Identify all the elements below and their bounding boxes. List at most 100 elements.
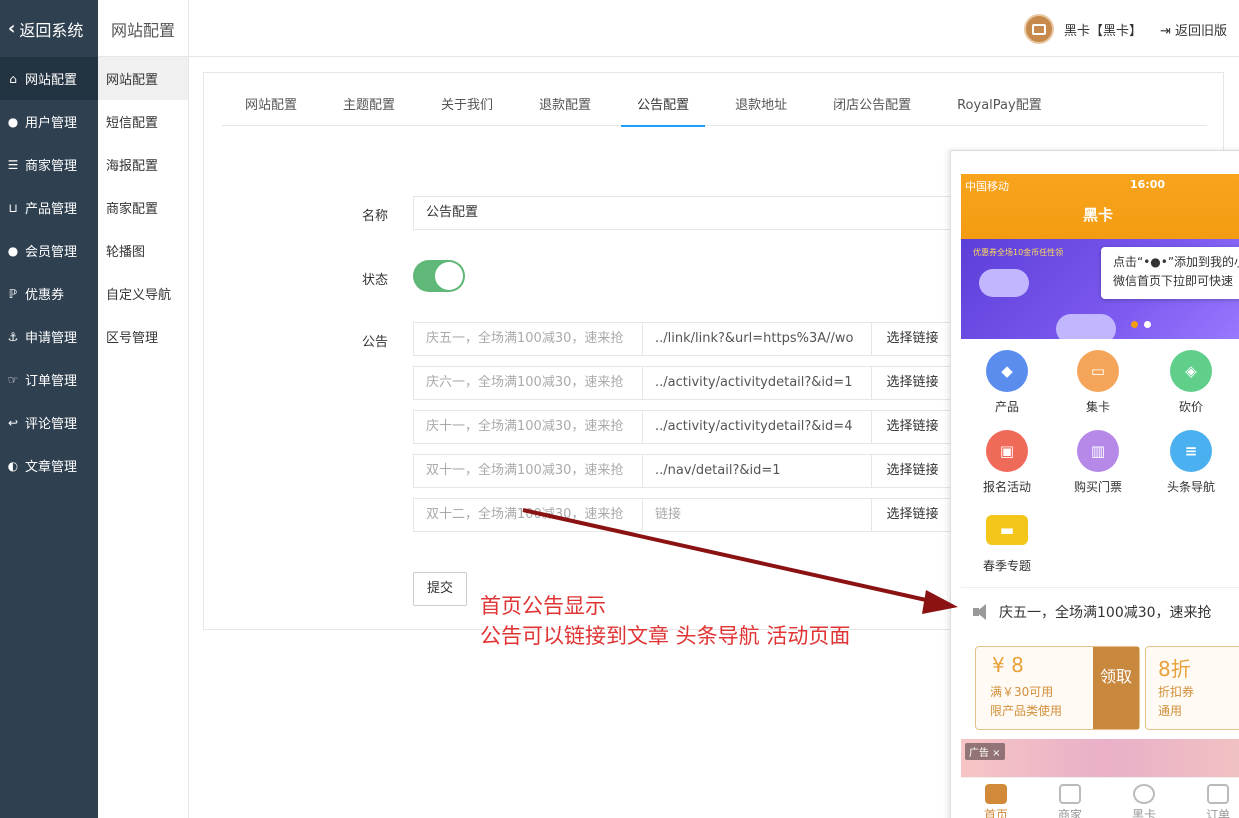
announcement-ticker[interactable]: 庆五一，全场满100减30，速来抢 (961, 587, 1239, 635)
ticket-icon: ▬ (986, 515, 1028, 545)
tag-icon: ◈ (1170, 350, 1212, 392)
server-icon: ☰ (7, 157, 19, 172)
sidebar-item-label: 网站配置 (25, 73, 78, 88)
signout-icon: ⇥ (1160, 24, 1171, 39)
sidebar-item-site-config[interactable]: ⌂ 网站配置 (0, 57, 98, 100)
tab-announcement-config[interactable]: 公告配置 (621, 86, 706, 127)
grid-item-bargain[interactable]: ◈ 砍价 (1156, 350, 1226, 415)
grid-item-tickets[interactable]: ▥ 购买门票 (1063, 430, 1133, 495)
annotation-line-1: 首页公告显示 (480, 594, 606, 618)
tab-site-config[interactable]: 网站配置 (229, 86, 313, 126)
grid-item-cards[interactable]: ▭ 集卡 (1063, 350, 1133, 415)
sidebar-item-merchants[interactable]: ☰ 商家管理 (0, 143, 98, 186)
phone-preview: 中国移动 16:00 黑卡 优惠券全场10金币任性领 点击“•●•”添加到我的小… (950, 150, 1239, 818)
announcement-link-input[interactable]: ../activity/activitydetail?&id=1 (643, 366, 872, 400)
select-link-button[interactable]: 选择链接 (872, 498, 954, 532)
subnav-item-site-config[interactable]: 网站配置 (98, 57, 188, 100)
submit-button[interactable]: 提交 (413, 572, 467, 606)
select-link-button[interactable]: 选择链接 (872, 454, 954, 488)
grid-item-headline-nav[interactable]: ≡ 头条导航 (1156, 430, 1226, 495)
tip-line-1: 点击“•●•”添加到我的小 (1113, 255, 1239, 269)
subnav-item-carousel[interactable]: 轮播图 (98, 229, 188, 272)
announcement-row: 庆十一，全场满100减30，速来抢 ../activity/activityde… (413, 410, 973, 444)
dot (1144, 321, 1151, 328)
phone-tab-blackcard[interactable]: 黑卡 (1121, 784, 1167, 818)
return-old-version-link[interactable]: ⇥ 返回旧版 (1160, 20, 1227, 39)
subnav-item-merchant-config[interactable]: 商家配置 (98, 186, 188, 229)
tab-refund-address[interactable]: 退款地址 (719, 86, 803, 126)
phone-tab-bar: 首页 商家 黑卡 订单 (961, 777, 1239, 818)
phone-tab-merchants[interactable]: 商家 (1047, 784, 1093, 818)
sidebar-item-coupons[interactable]: ℙ 优惠券 (0, 272, 98, 315)
announcement-link-input[interactable]: ../nav/detail?&id=1 (643, 454, 872, 488)
coupon-card[interactable]: ¥ 8 满￥30可用 限产品类使用 领取 (975, 646, 1140, 730)
subnav-item-custom-nav[interactable]: 自定义导航 (98, 272, 188, 315)
ticker-text: 庆五一，全场满100减30，速来抢 (999, 604, 1212, 621)
home-icon (985, 784, 1007, 804)
sidebar-item-users[interactable]: ● 用户管理 (0, 100, 98, 143)
back-to-system-button[interactable]: ‹ 返回系统 (0, 0, 98, 57)
announcement-text-input[interactable]: 庆十一，全场满100减30，速来抢 (413, 410, 643, 444)
coupon-condition: 满￥30可用 (990, 685, 1054, 699)
sidebar-item-members[interactable]: ● 会员管理 (0, 229, 98, 272)
sidebar-item-applications[interactable]: ⚓ 申请管理 (0, 315, 98, 358)
status-toggle[interactable] (413, 260, 465, 292)
sidebar-item-products[interactable]: ⊔ 产品管理 (0, 186, 98, 229)
tab-theme-config[interactable]: 主题配置 (327, 86, 411, 126)
tab-closing-notice-config[interactable]: 闭店公告配置 (817, 86, 927, 126)
grid-item-products[interactable]: ◆ 产品 (972, 350, 1042, 415)
coupon-scope: 通用 (1158, 704, 1183, 718)
phone-tab-label: 订单 (1205, 808, 1230, 818)
subnav-item-poster-config[interactable]: 海报配置 (98, 143, 188, 186)
tab-royalpay-config[interactable]: RoyalPay配置 (941, 86, 1058, 126)
diamond-icon: ◆ (986, 350, 1028, 392)
coupon-card[interactable]: 8折 折扣券 通用 (1145, 646, 1239, 730)
sidebar-item-label: 商家管理 (25, 159, 78, 174)
tip-line-2: 微信首页下拉即可快速 (1113, 274, 1234, 288)
sidebar-item-orders[interactable]: ☞ 订单管理 (0, 358, 98, 401)
sidebar-item-comments[interactable]: ↩ 评论管理 (0, 401, 98, 444)
annotation-note: 首页公告显示 公告可以链接到文章 头条导航 活动页面 (480, 591, 850, 651)
sidebar-item-label: 文章管理 (25, 460, 78, 475)
ad-tag[interactable]: 广告 × (965, 743, 1005, 760)
select-link-button[interactable]: 选择链接 (872, 410, 954, 444)
tab-refund-config[interactable]: 退款配置 (523, 86, 607, 126)
anchor-icon: ⚓ (7, 329, 19, 344)
sidebar-item-label: 会员管理 (25, 245, 78, 260)
user-menu[interactable]: 黑卡【黑卡】 (1024, 14, 1142, 44)
news-icon: ≡ (1170, 430, 1212, 472)
sidebar-item-articles[interactable]: ◐ 文章管理 (0, 444, 98, 487)
phone-tab-home[interactable]: 首页 (973, 784, 1019, 818)
name-label: 名称 (362, 209, 389, 224)
announcement-row: 庆五一，全场满100减30，速来抢 ../link/link?&url=http… (413, 322, 973, 356)
announcement-text-input[interactable]: 庆六一，全场满100减30，速来抢 (413, 366, 643, 400)
subnav-item-sms-config[interactable]: 短信配置 (98, 100, 188, 143)
select-link-button[interactable]: 选择链接 (872, 366, 954, 400)
tab-about-us[interactable]: 关于我们 (425, 86, 509, 126)
announcement-link-input[interactable]: ../activity/activitydetail?&id=4 (643, 410, 872, 444)
announcement-text-input[interactable]: 双十一，全场满100减30，速来抢 (413, 454, 643, 488)
select-link-button[interactable]: 选择链接 (872, 322, 954, 356)
announcement-text-input[interactable]: 双十二，全场满100减30，速来抢 (413, 498, 643, 532)
add-to-mini-program-tip: 点击“•●•”添加到我的小 微信首页下拉即可快速 (1101, 247, 1239, 299)
top-bar: ‹ 返回系统 网站配置 黑卡【黑卡】 ⇥ 返回旧版 (0, 0, 1239, 57)
gift-icon: ▣ (986, 430, 1028, 472)
grid-item-signup[interactable]: ▣ 报名活动 (972, 430, 1042, 495)
phone-tab-orders[interactable]: 订单 (1195, 784, 1239, 818)
announcement-link-input[interactable]: ../link/link?&url=https%3A//wo (643, 322, 872, 356)
ad-banner[interactable]: 广告 × (961, 739, 1239, 779)
grid-item-spring-topic[interactable]: ▬ 春季专题 (972, 509, 1042, 574)
subnav-item-area-code[interactable]: 区号管理 (98, 315, 188, 358)
user-icon: ● (7, 114, 19, 129)
card-icon (1032, 23, 1046, 35)
name-input[interactable]: 公告配置 (413, 196, 973, 230)
claim-coupon-button[interactable]: 领取 (1093, 647, 1139, 729)
grid-label: 集卡 (1085, 400, 1110, 414)
shop-icon (1059, 784, 1081, 804)
grid-label: 产品 (994, 400, 1019, 414)
speaker-icon (973, 603, 991, 620)
coupon-amount: 8折 (1158, 657, 1191, 681)
grid-label: 报名活动 (982, 480, 1031, 494)
announcement-text-input[interactable]: 庆五一，全场满100减30，速来抢 (413, 322, 643, 356)
announcement-link-input[interactable]: 链接 (643, 498, 872, 532)
